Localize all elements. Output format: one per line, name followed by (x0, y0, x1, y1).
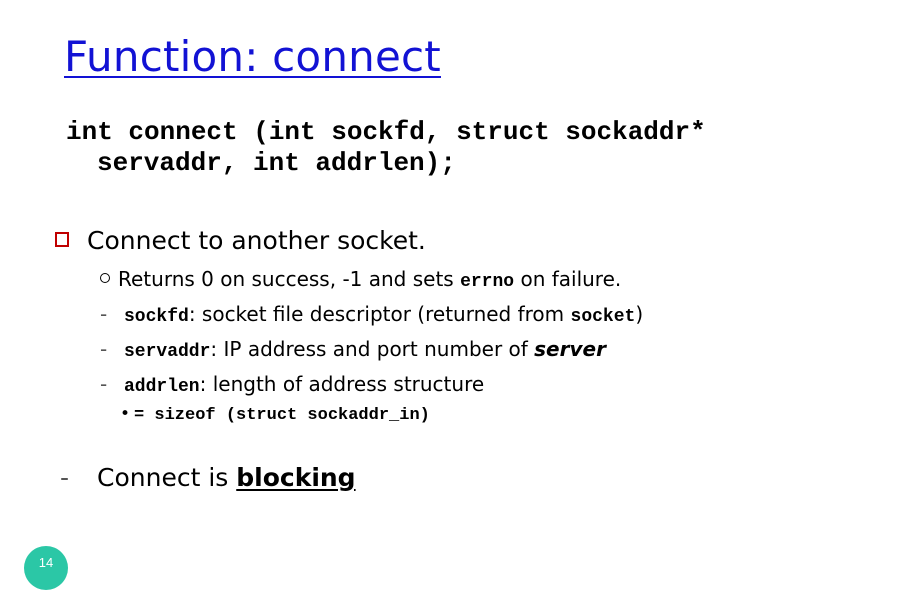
returns-text-post: on failure. (514, 267, 622, 291)
dash-bullet-icon: - (60, 463, 70, 492)
servaddr-code: servaddr (124, 342, 211, 362)
function-signature: int connect (int sockfd, struct sockaddr… (66, 117, 706, 179)
sub-sub-bullet-sizeof: • = sizeof (struct sockaddr_in) (120, 404, 430, 425)
socket-code: socket (570, 307, 636, 327)
bullet-connect-text: Connect to another socket. (87, 226, 426, 255)
signature-line-2: servaddr, int addrlen); (97, 148, 456, 178)
sub-bullet-sockfd: - sockfd: socket file descriptor (returne… (100, 302, 643, 327)
slide-title: Function: connect (64, 32, 441, 81)
dash-bullet-icon: - (100, 337, 108, 361)
signature-line-1: int connect (int sockfd, struct sockaddr… (66, 117, 706, 147)
sub-bullet-addrlen: - addrlen: length of address structure (100, 372, 484, 397)
sub-bullet-servaddr: - servaddr: IP address and port number of… (100, 337, 606, 362)
dash-bullet-icon: - (100, 302, 108, 326)
sockfd-code: sockfd (124, 307, 189, 327)
addrlen-code: addrlen (124, 377, 200, 397)
slide: Function: connect int connect (int sockf… (0, 0, 918, 590)
servaddr-text: : IP address and port number of (210, 337, 535, 361)
sockfd-text: : socket file descriptor (returned from (188, 302, 571, 326)
returns-text-pre: Returns 0 on success, -1 and sets (118, 267, 461, 291)
dash-bullet-icon: - (100, 372, 108, 396)
dot-bullet-icon: • (120, 404, 131, 424)
bullet-blocking: - Connect is blocking (60, 463, 356, 492)
addrlen-text: : length of address structure (199, 372, 485, 396)
sockfd-text-post: ) (635, 302, 644, 326)
page-number-badge: 14 (24, 546, 68, 590)
bullet-connect: Connect to another socket. (55, 226, 426, 255)
blocking-text: Connect is (97, 463, 237, 492)
square-bullet-icon (55, 232, 69, 247)
sizeof-code: = sizeof (struct sockaddr_in) (134, 406, 430, 425)
server-emphasis: server (534, 337, 606, 361)
sub-bullet-returns: Returns 0 on success, -1 and sets errno … (100, 267, 621, 292)
blocking-emphasis: blocking (236, 463, 356, 492)
returns-code: errno (460, 272, 515, 292)
circle-bullet-icon (100, 273, 110, 283)
